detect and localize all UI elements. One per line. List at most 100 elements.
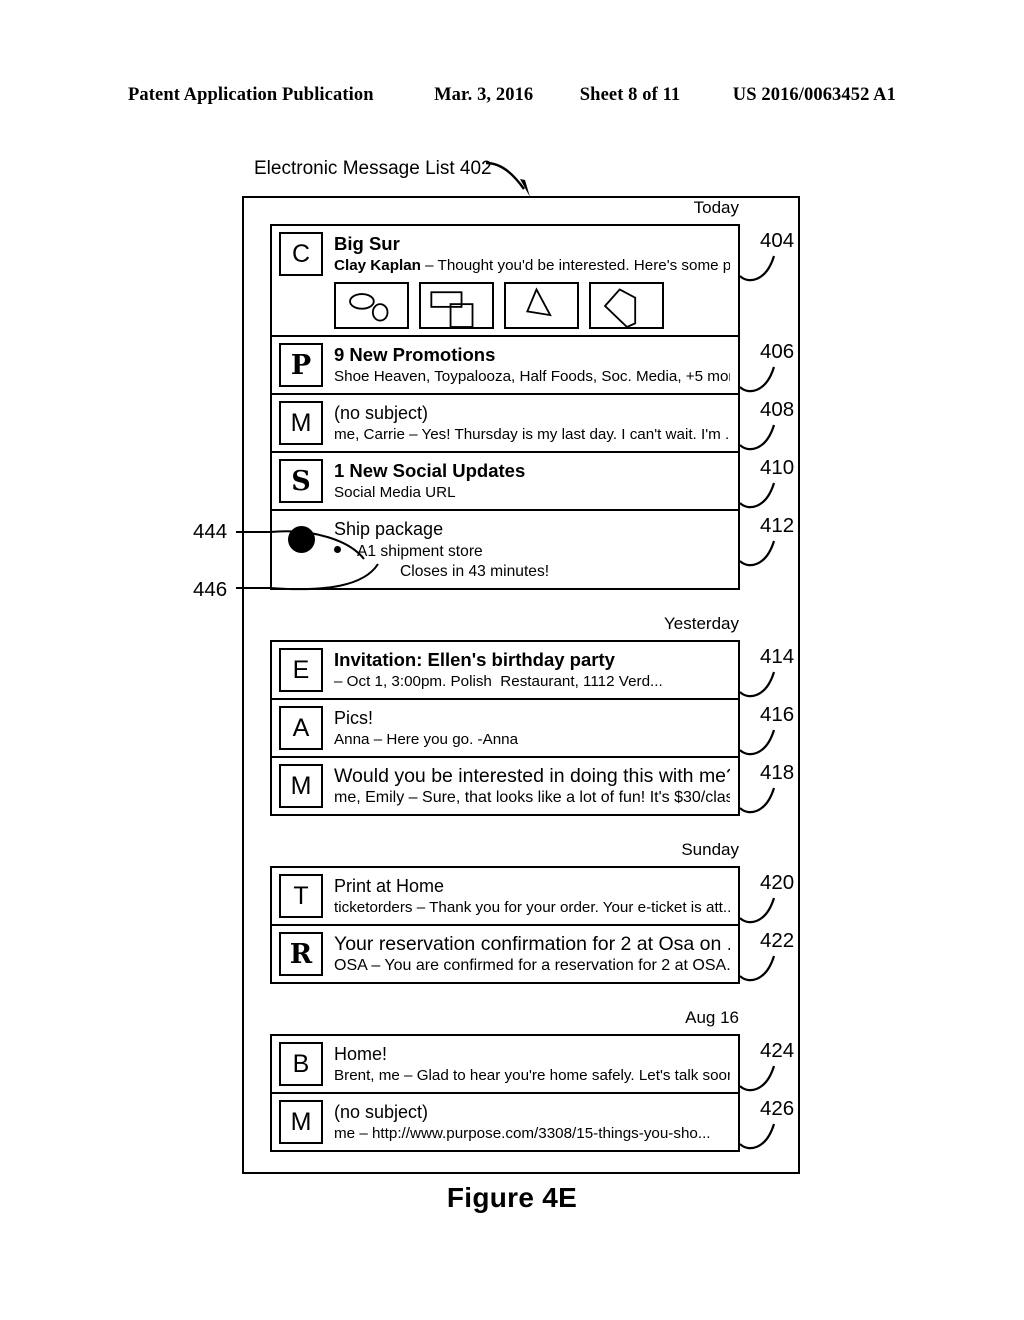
message-row[interactable]: P 9 New Promotions Shoe Heaven, Toypalooza… <box>272 337 738 395</box>
sheet-number: Sheet 8 of 11 <box>579 85 681 105</box>
message-snippet-text: ticketorders – Thank you for your order.… <box>334 899 730 916</box>
publication-date: Mar. 3, 2016 <box>434 85 534 105</box>
avatar: P <box>279 343 323 387</box>
avatar: E <box>279 648 323 692</box>
page-header: Patent Application Publication Mar. 3, 2… <box>128 85 896 106</box>
leader-hook-414 <box>739 671 776 698</box>
figure-caption: Figure 4E <box>446 1182 578 1213</box>
leader-hook-416 <box>739 729 776 756</box>
electronic-message-list-frame: Today C Big Sur Clay Kaplan – Thought you'd… <box>242 196 800 1174</box>
message-subject: Print at Home <box>334 876 445 896</box>
triangle-thumbnail <box>526 287 552 317</box>
message-row[interactable]: S 1 New Social Updates Social Media URL <box>272 453 738 511</box>
message-body: 9 New Promotions Shoe Heaven, Toypalooza,… <box>334 343 730 387</box>
message-subject: (no subject) <box>334 403 429 423</box>
leader-hook-426 <box>739 1123 776 1150</box>
message-body: Would you be interested in doing this wi… <box>334 764 730 808</box>
day-separator-label: Aug 16 <box>685 1008 739 1027</box>
message-body: Your reservation confirmation for 2 at O… <box>334 932 730 976</box>
message-group: B Home! Brent, me – Glad to hear you're ho… <box>270 1034 740 1152</box>
message-row[interactable]: B Home! Brent, me – Glad to hear you're ho… <box>272 1036 738 1094</box>
reference-numeral-406: 406 <box>760 340 795 363</box>
rectangles-thumbnail <box>430 291 474 327</box>
message-snippet: OSA – You are confirmed for a reservatio… <box>334 956 730 976</box>
message-row[interactable]: M (no subject) me, Carrie – Yes! Thursday … <box>272 395 738 453</box>
leader-hook-420 <box>739 897 776 924</box>
message-snippet-text: me, Emily – Sure, that looks like a lot … <box>334 789 730 806</box>
message-row[interactable]: M (no subject) me – http://www.purpose.com… <box>272 1094 738 1150</box>
attachment-thumbnail[interactable] <box>334 282 409 329</box>
reference-numeral-408: 408 <box>760 398 795 421</box>
message-list-column: Today C Big Sur Clay Kaplan – Thought you'd… <box>270 198 740 1152</box>
avatar: R <box>279 932 323 976</box>
pentagon-thumbnail <box>603 288 637 327</box>
message-row[interactable]: A Pics! Anna – Here you go. -Anna <box>272 700 738 758</box>
day-separator-label: Sunday <box>681 840 739 859</box>
message-subject: 9 New Promotions <box>334 344 496 365</box>
reference-numeral-422: 422 <box>760 929 795 952</box>
message-subject: Invitation: Ellen's birthday party <box>334 649 615 670</box>
message-subject: (no subject) <box>334 1102 429 1122</box>
avatar: B <box>279 1042 323 1086</box>
leader-hook-406 <box>739 366 776 393</box>
reference-numeral-424: 424 <box>760 1039 795 1062</box>
leader-hook-410 <box>739 482 776 509</box>
package-closing-time: Closes in 43 minutes! <box>400 563 550 580</box>
reference-numeral-412: 412 <box>760 514 795 537</box>
message-body: Home! Brent, me – Glad to hear you're hom… <box>334 1042 730 1086</box>
avatar: A <box>279 706 323 750</box>
message-row[interactable]: E Invitation: Ellen's birthday party – Oct… <box>272 642 738 700</box>
leader-hook-418 <box>739 787 776 814</box>
message-subject: Big Sur <box>334 233 400 254</box>
message-body: Invitation: Ellen's birthday party – Oct … <box>334 648 730 692</box>
message-row[interactable]: T Print at Home ticketorders – Thank you f… <box>272 868 738 926</box>
avatar: S <box>279 459 323 503</box>
publication-title: Patent Application Publication <box>128 85 374 105</box>
message-body: Pics! Anna – Here you go. -Anna <box>334 706 730 750</box>
message-snippet-text: – Thought you'd be interested. Here's so… <box>420 257 730 274</box>
message-subject: Would you be interested in doing this wi… <box>334 765 730 787</box>
message-snippet: Brent, me – Glad to hear you're home saf… <box>334 1066 730 1086</box>
message-row[interactable]: M Would you be interested in doing this w… <box>272 758 738 814</box>
reference-numeral-446: 446 <box>193 578 228 601</box>
message-snippet: me, Carrie – Yes! Thursday is my last da… <box>334 425 730 445</box>
day-separator-label: Yesterday <box>664 614 739 633</box>
message-body: 1 New Social Updates Social Media URL <box>334 459 730 503</box>
leader-hook-422 <box>739 955 776 982</box>
message-snippet: – Oct 1, 3:00pm. Polish Restaurant, 1112… <box>334 672 730 692</box>
message-snippet: me, Emily – Sure, that looks like a lot … <box>334 788 730 808</box>
message-subject: Pics! <box>334 708 374 728</box>
message-snippet-text: me – http://www.purpose.com/3308/15-thin… <box>334 1125 711 1142</box>
message-snippet-text: Brent, me – Glad to hear you're home saf… <box>334 1067 730 1084</box>
reference-numeral-418: 418 <box>760 761 795 784</box>
message-snippet-text: – Oct 1, 3:00pm. Polish Restaurant, 1112… <box>334 673 663 690</box>
message-snippet-text: Social Media URL <box>334 484 456 501</box>
leader-hook-424 <box>739 1065 776 1092</box>
attachment-thumbnail-strip <box>334 282 730 329</box>
message-snippet: ticketorders – Thank you for your order.… <box>334 898 730 918</box>
attachment-thumbnail[interactable] <box>419 282 494 329</box>
message-sender: Clay Kaplan <box>334 257 421 274</box>
message-subject: Home! <box>334 1044 388 1064</box>
message-snippet-text: Anna – Here you go. -Anna <box>334 731 519 748</box>
message-snippet-text: Shoe Heaven, Toypalooza, Half Foods, Soc… <box>334 368 730 385</box>
avatar: T <box>279 874 323 918</box>
message-snippet: me – http://www.purpose.com/3308/15-thin… <box>334 1124 730 1144</box>
message-body: (no subject) me, Carrie – Yes! Thursday i… <box>334 401 730 445</box>
leader-hook-412 <box>739 540 776 567</box>
attachment-thumbnail[interactable] <box>504 282 579 329</box>
message-row[interactable]: C Big Sur Clay Kaplan – Thought you'd be i… <box>272 226 738 337</box>
message-snippet: Anna – Here you go. -Anna <box>334 730 730 750</box>
message-row[interactable]: R Your reservation confirmation for 2 at … <box>272 926 738 982</box>
reference-numeral-404: 404 <box>760 229 795 252</box>
message-snippet-text: me, Carrie – Yes! Thursday is my last da… <box>334 426 730 443</box>
reference-numeral-420: 420 <box>760 871 795 894</box>
leader-hook-408 <box>739 424 776 451</box>
leader-hook-404 <box>739 255 776 282</box>
leader-line-446 <box>236 563 379 591</box>
message-body: Big Sur Clay Kaplan – Thought you'd be in… <box>334 232 730 329</box>
attachment-thumbnail[interactable] <box>589 282 664 329</box>
avatar: M <box>279 401 323 445</box>
message-group: T Print at Home ticketorders – Thank you f… <box>270 866 740 984</box>
message-group: E Invitation: Ellen's birthday party – Oct… <box>270 640 740 816</box>
